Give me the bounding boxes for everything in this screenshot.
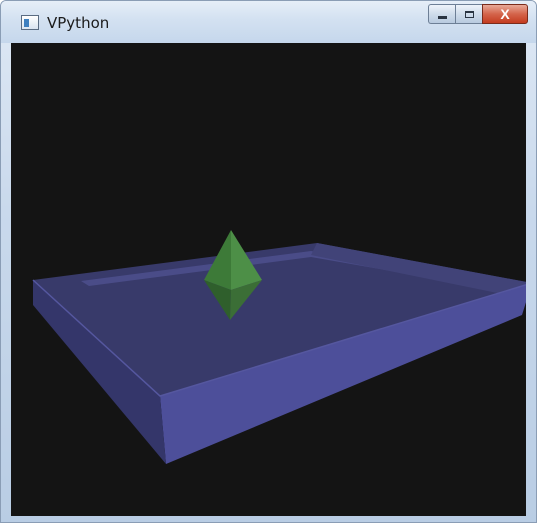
app-window-icon[interactable] bbox=[21, 15, 39, 30]
maximize-button[interactable] bbox=[455, 4, 482, 24]
window-title: VPython bbox=[47, 14, 110, 32]
minimize-icon bbox=[437, 15, 447, 19]
app-window: VPython X bbox=[0, 0, 537, 523]
3d-canvas[interactable] bbox=[11, 43, 526, 516]
title-bar[interactable]: VPython X bbox=[1, 1, 536, 43]
caption-buttons: X bbox=[428, 4, 528, 26]
close-icon: X bbox=[500, 6, 510, 22]
scene-render bbox=[32, 230, 526, 464]
minimize-button[interactable] bbox=[428, 4, 455, 24]
maximize-icon bbox=[464, 10, 474, 18]
close-button[interactable]: X bbox=[482, 4, 528, 24]
